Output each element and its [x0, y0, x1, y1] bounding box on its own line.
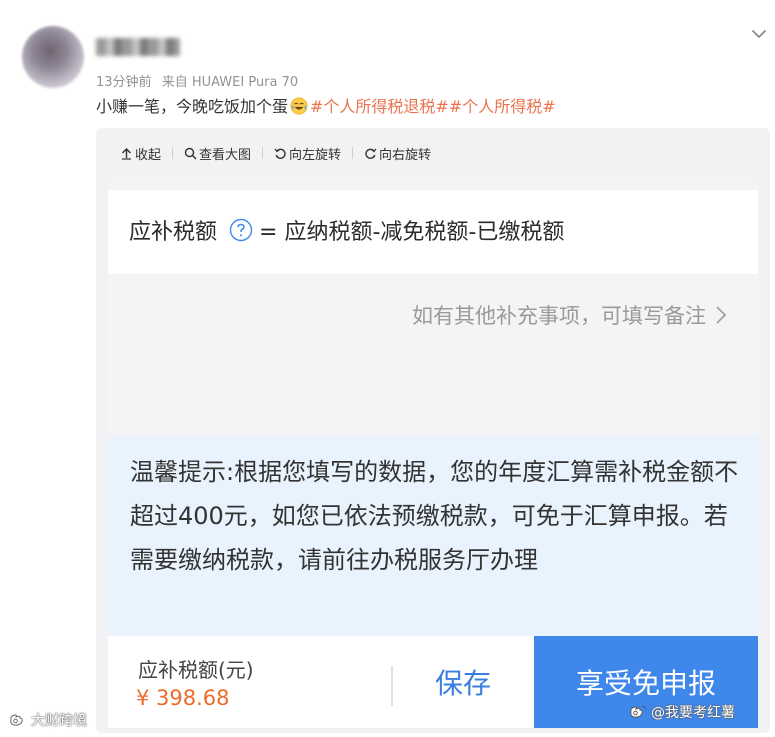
rotate-left-icon — [274, 148, 286, 159]
hashtag-personal-income-tax[interactable]: #个人所得税# — [449, 97, 556, 116]
toolbar-divider — [262, 147, 264, 159]
image-toolbar: 收起 查看大图 向左旋转 向右旋转 — [120, 143, 431, 163]
due-amount-value: ¥ 398.68 — [136, 686, 230, 710]
tip-box: 温馨提示:根据您填写的数据，您的年度汇算需补税金额不超过400元，如您已依法预缴… — [108, 436, 758, 636]
hashtag-tax-refund[interactable]: #个人所得税退税# — [310, 97, 449, 116]
post-body: 小赚一笔，今晚吃饭加个蛋 — [96, 97, 289, 116]
formula-card: 应补税额 = 应纳税额-减免税额-已缴税额 — [108, 190, 758, 274]
remark-text: 如有其他补充事项，可填写备注 — [412, 304, 706, 328]
username-blurred[interactable] — [96, 38, 180, 56]
rotate-right-icon — [365, 148, 377, 159]
collapse-up-icon — [122, 147, 131, 160]
question-circle-icon — [229, 218, 253, 242]
chevron-right-icon — [716, 306, 727, 324]
search-icon — [184, 147, 197, 160]
laugh-cry-emoji-icon — [290, 97, 308, 115]
formula-expression: = 应纳税额-减免税额-已缴税额 — [259, 220, 565, 245]
tax-app-screenshot[interactable]: 应补税额 = 应纳税额-减免税额-已缴税额 如有其他补充事项，可填写备注 温馨提… — [108, 176, 758, 728]
toolbar-divider — [352, 147, 354, 159]
due-amount-label: 应补税额(元) — [138, 658, 254, 682]
view-large-label: 查看大图 — [199, 147, 252, 163]
watermark-right: @我要考红薯 — [628, 702, 735, 722]
weibo-logo-icon — [630, 705, 646, 718]
tip-text: 温馨提示:根据您填写的数据，您的年度汇算需补税金额不超过400元，如您已依法预缴… — [130, 458, 739, 574]
weibo-logo-icon — [10, 714, 23, 726]
collapse-button[interactable]: 收起 — [120, 144, 161, 163]
collapse-label: 收起 — [135, 147, 162, 163]
rotate-left-label: 向左旋转 — [289, 147, 342, 163]
formula-label: 应补税额 — [129, 220, 218, 245]
rotate-right-button[interactable]: 向右旋转 — [364, 144, 431, 163]
post-meta: 13分钟前 来自 HUAWEI Pura 70 — [96, 71, 298, 90]
chevron-down-icon[interactable] — [749, 24, 769, 44]
tax-formula: 应补税额 = 应纳税额-减免税额-已缴税额 — [129, 214, 564, 246]
save-button: 保存 — [434, 667, 491, 700]
remark-row: 如有其他补充事项，可填写备注 — [412, 300, 728, 330]
view-large-button[interactable]: 查看大图 — [184, 144, 251, 163]
rotate-right-label: 向右旋转 — [379, 147, 432, 163]
post-text: 小赚一笔，今晚吃饭加个蛋 #个人所得税退税##个人所得税# — [96, 93, 556, 117]
avatar[interactable] — [22, 26, 84, 88]
rotate-left-button[interactable]: 向左旋转 — [274, 144, 341, 163]
watermark-left-text: 大财跨境 — [31, 713, 87, 729]
post-source: 来自 HUAWEI Pura 70 — [161, 75, 299, 90]
watermark-left: 大财跨境 — [8, 710, 87, 730]
post-time[interactable]: 13分钟前 — [96, 75, 152, 90]
watermark-right-text: @我要考红薯 — [651, 705, 735, 721]
toolbar-divider — [172, 147, 174, 159]
